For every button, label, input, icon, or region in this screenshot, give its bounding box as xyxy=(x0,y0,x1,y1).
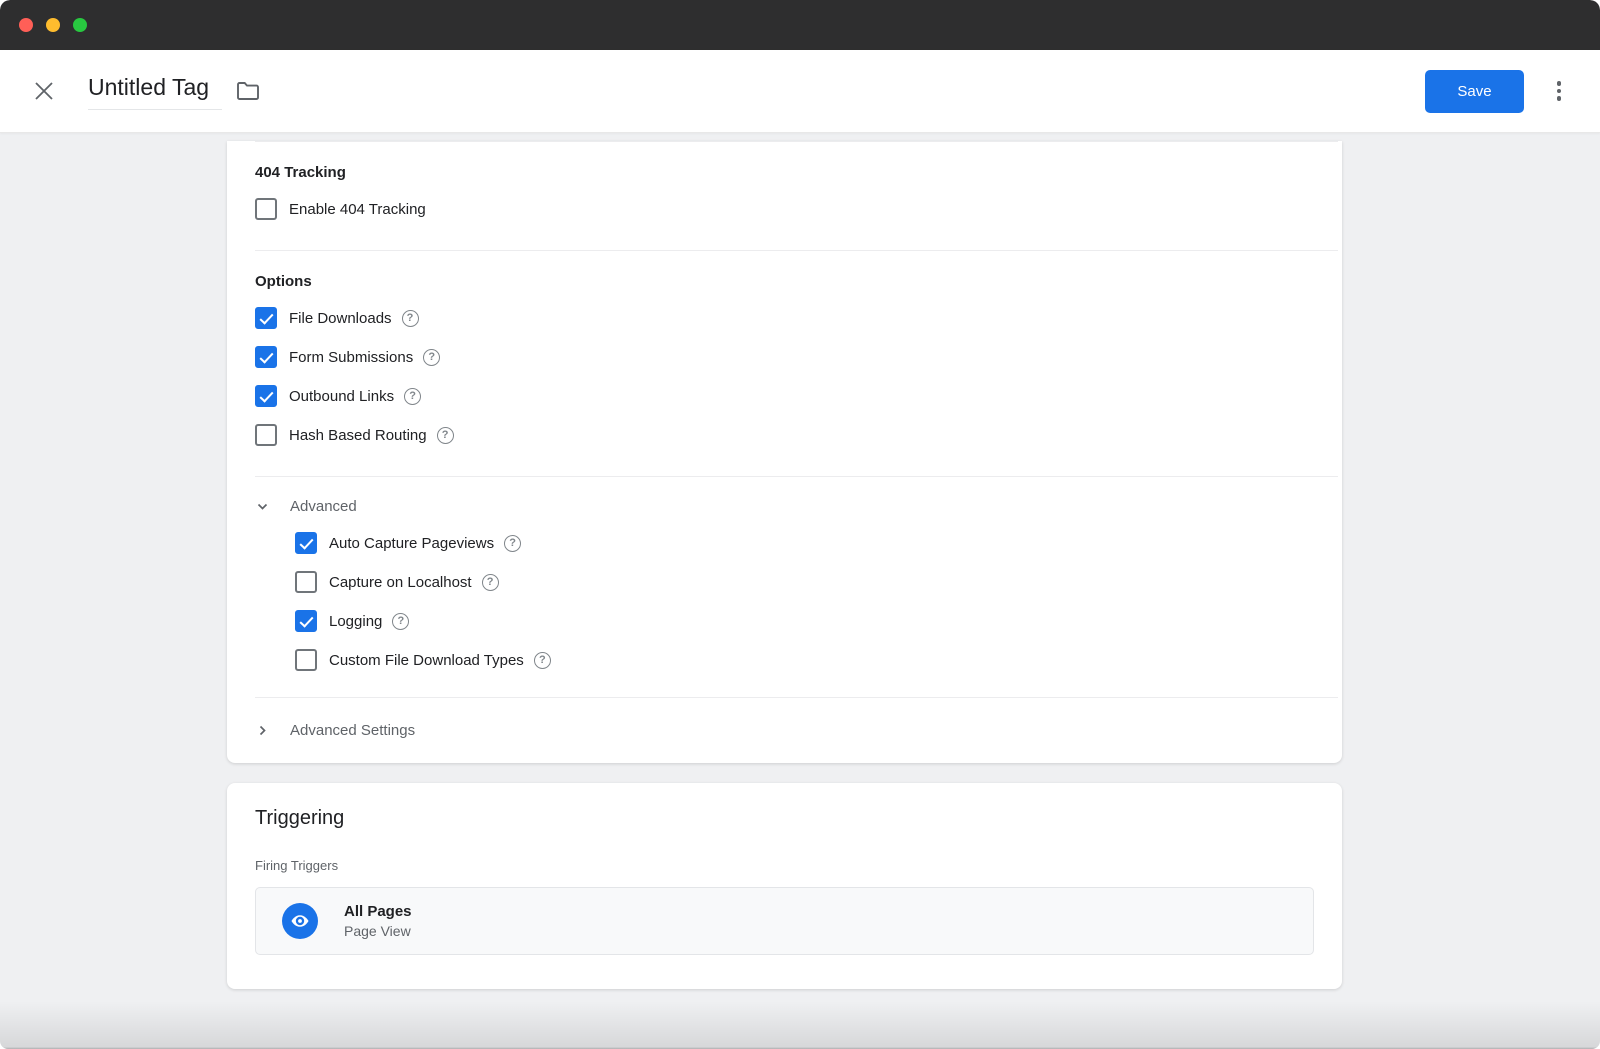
advanced-settings-toggle[interactable]: Advanced Settings xyxy=(255,722,1314,739)
section-advanced: Advanced Auto Capture Pageviews ? Captur… xyxy=(227,498,1342,697)
trigger-row-all-pages[interactable]: All Pages Page View xyxy=(255,887,1314,955)
checkbox-label: Auto Capture Pageviews xyxy=(329,535,494,552)
app-window: Save 404 Tracking Enable 404 Tracking Op… xyxy=(0,0,1600,1049)
close-editor-button[interactable] xyxy=(30,77,58,105)
checkbox-label: Logging xyxy=(329,613,382,630)
help-icon[interactable]: ? xyxy=(504,535,521,552)
checkbox-enable-404-tracking[interactable] xyxy=(255,198,277,220)
checkbox-hash-based-routing[interactable] xyxy=(255,424,277,446)
tag-name-input[interactable] xyxy=(88,72,222,110)
checkbox-row-hash-based-routing[interactable]: Hash Based Routing ? xyxy=(255,424,1314,446)
checkbox-outbound-links[interactable] xyxy=(255,385,277,407)
more-options-menu-icon[interactable] xyxy=(1544,70,1574,113)
checkbox-label: Capture on Localhost xyxy=(329,574,472,591)
advanced-label: Advanced xyxy=(290,498,357,515)
zoom-window-button[interactable] xyxy=(73,18,87,32)
help-icon[interactable]: ? xyxy=(404,388,421,405)
macos-titlebar xyxy=(0,0,1600,50)
checkbox-logging[interactable] xyxy=(295,610,317,632)
help-icon[interactable]: ? xyxy=(437,427,454,444)
checkbox-row-auto-capture-pageviews[interactable]: Auto Capture Pageviews ? xyxy=(295,532,1314,554)
checkbox-capture-on-localhost[interactable] xyxy=(295,571,317,593)
checkbox-label: Custom File Download Types xyxy=(329,652,524,669)
pageview-trigger-icon xyxy=(282,903,318,939)
checkbox-label: Outbound Links xyxy=(289,388,394,405)
firing-triggers-label: Firing Triggers xyxy=(255,858,1314,873)
advanced-settings-label: Advanced Settings xyxy=(290,722,415,739)
section-heading-options: Options xyxy=(255,251,1314,290)
advanced-toggle[interactable]: Advanced xyxy=(255,498,1314,515)
section-advanced-settings: Advanced Settings xyxy=(227,722,1342,739)
help-icon[interactable]: ? xyxy=(402,310,419,327)
checkbox-label: File Downloads xyxy=(289,310,392,327)
close-icon xyxy=(33,80,55,102)
help-icon[interactable]: ? xyxy=(482,574,499,591)
checkbox-row-enable-404[interactable]: Enable 404 Tracking xyxy=(255,198,1314,220)
save-button[interactable]: Save xyxy=(1425,70,1524,113)
chevron-right-icon xyxy=(255,724,269,738)
checkbox-row-outbound-links[interactable]: Outbound Links ? xyxy=(255,385,1314,407)
checkbox-form-submissions[interactable] xyxy=(255,346,277,368)
checkbox-auto-capture-pageviews[interactable] xyxy=(295,532,317,554)
checkbox-row-form-submissions[interactable]: Form Submissions ? xyxy=(255,346,1314,368)
section-heading-404: 404 Tracking xyxy=(255,142,1314,181)
checkbox-file-downloads[interactable] xyxy=(255,307,277,329)
triggering-card: Triggering Firing Triggers All Pages Pag… xyxy=(227,783,1342,989)
folder-icon[interactable] xyxy=(236,81,260,101)
checkbox-row-capture-on-localhost[interactable]: Capture on Localhost ? xyxy=(295,571,1314,593)
checkbox-label: Enable 404 Tracking xyxy=(289,201,426,218)
help-icon[interactable]: ? xyxy=(423,349,440,366)
trigger-type: Page View xyxy=(344,923,412,939)
checkbox-label: Form Submissions xyxy=(289,349,413,366)
tag-editor-content: 404 Tracking Enable 404 Tracking Options… xyxy=(0,141,1600,1049)
help-icon[interactable]: ? xyxy=(534,652,551,669)
trigger-name: All Pages xyxy=(344,903,412,920)
section-404-tracking: 404 Tracking Enable 404 Tracking xyxy=(227,142,1342,250)
section-divider xyxy=(255,697,1338,698)
checkbox-label: Hash Based Routing xyxy=(289,427,427,444)
help-icon[interactable]: ? xyxy=(392,613,409,630)
section-options: Options File Downloads ? Form Submission… xyxy=(227,251,1342,476)
eye-icon xyxy=(289,910,311,932)
checkbox-row-custom-file-download-types[interactable]: Custom File Download Types ? xyxy=(295,649,1314,671)
tag-editor-header: Save xyxy=(0,50,1600,133)
section-divider xyxy=(255,476,1338,477)
close-window-button[interactable] xyxy=(19,18,33,32)
minimize-window-button[interactable] xyxy=(46,18,60,32)
tag-configuration-card: 404 Tracking Enable 404 Tracking Options… xyxy=(227,141,1342,763)
trigger-text: All Pages Page View xyxy=(344,903,412,939)
checkbox-row-file-downloads[interactable]: File Downloads ? xyxy=(255,307,1314,329)
checkbox-row-logging[interactable]: Logging ? xyxy=(295,610,1314,632)
chevron-down-icon xyxy=(255,500,269,514)
triggering-heading: Triggering xyxy=(255,807,1314,830)
checkbox-custom-file-download-types[interactable] xyxy=(295,649,317,671)
